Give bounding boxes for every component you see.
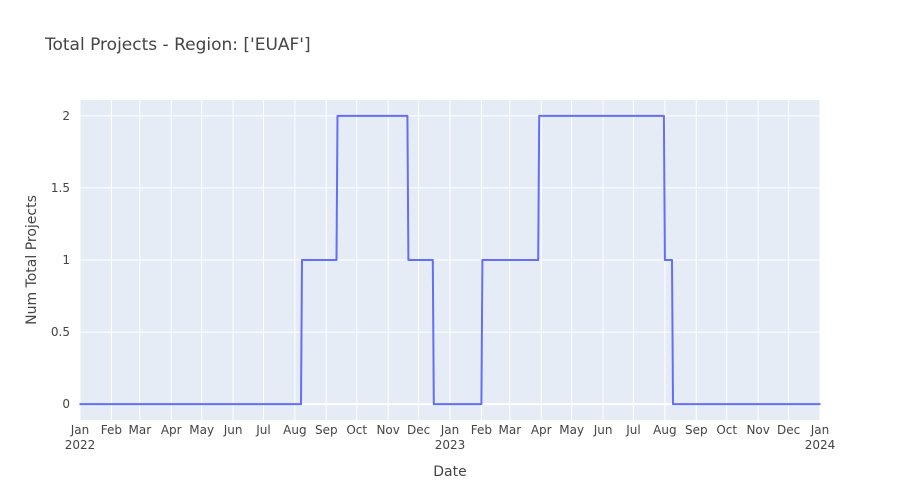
y-axis-label: Num Total Projects (24, 195, 40, 325)
x-tick-label: May (189, 423, 214, 437)
x-tick-label: Sep (685, 423, 708, 437)
x-axis-ticks: Jan2022Feb Mar Apr May Jun Jul Aug Sep Oct Nov Dec… (65, 423, 836, 452)
x-tick-label: Nov (376, 423, 399, 437)
y-tick-label: 2 (62, 109, 70, 123)
data-point (79, 403, 81, 405)
y-tick-label: 0.5 (51, 325, 70, 339)
data-point (672, 403, 674, 405)
data-point (480, 403, 483, 405)
data-point (537, 259, 539, 261)
x-tick-label: Jan (440, 423, 460, 437)
x-tick-label: Jun (593, 423, 613, 437)
x-tick-label: Jul (625, 423, 640, 437)
x-tick-label: May (559, 423, 584, 437)
data-point (664, 259, 666, 261)
chart-title: Total Projects - Region: ['EUAF'] (44, 35, 311, 55)
data-point (335, 259, 338, 261)
x-tick-label: Feb (101, 423, 122, 437)
y-tick-label: 0 (62, 397, 70, 411)
data-point (406, 115, 409, 117)
data-point (431, 259, 434, 261)
x-tick-year-label: 2023 (435, 438, 466, 452)
data-point (481, 259, 484, 261)
x-axis-label: Date (433, 464, 466, 480)
x-tick-label: Mar (128, 423, 151, 437)
x-tick-label: Feb (471, 423, 492, 437)
data-point (538, 115, 541, 117)
x-tick-label: Aug (283, 423, 306, 437)
x-tick-label: Apr (161, 423, 182, 437)
x-tick-label: Jan (70, 423, 90, 437)
x-tick-year-label: 2024 (805, 438, 836, 452)
x-tick-label: Apr (531, 423, 552, 437)
x-tick-year-label: 2022 (65, 438, 96, 452)
data-point (301, 259, 303, 261)
x-tick-label: Aug (653, 423, 676, 437)
data-point (300, 403, 302, 405)
y-tick-label: 1 (62, 253, 70, 267)
x-tick-label: Sep (315, 423, 338, 437)
data-point (671, 259, 673, 261)
chart: Total Projects - Region: ['EUAF'] 0 0.5 1 1… (24, 35, 836, 480)
x-tick-label: Jan (810, 423, 830, 437)
y-tick-label: 1.5 (51, 181, 70, 195)
data-point (336, 115, 339, 117)
x-tick-label: Oct (346, 423, 367, 437)
x-tick-label: Jun (223, 423, 243, 437)
x-tick-label: Dec (777, 423, 800, 437)
x-tick-label: Dec (407, 423, 430, 437)
data-point (407, 259, 410, 261)
data-point (663, 115, 665, 117)
data-point (432, 403, 435, 405)
x-tick-label: Jul (255, 423, 270, 437)
data-point (819, 403, 821, 405)
x-tick-label: Oct (716, 423, 737, 437)
y-axis-ticks: 0 0.5 1 1.5 2 (51, 109, 70, 411)
x-tick-label: Nov (746, 423, 769, 437)
x-tick-label: Mar (498, 423, 521, 437)
